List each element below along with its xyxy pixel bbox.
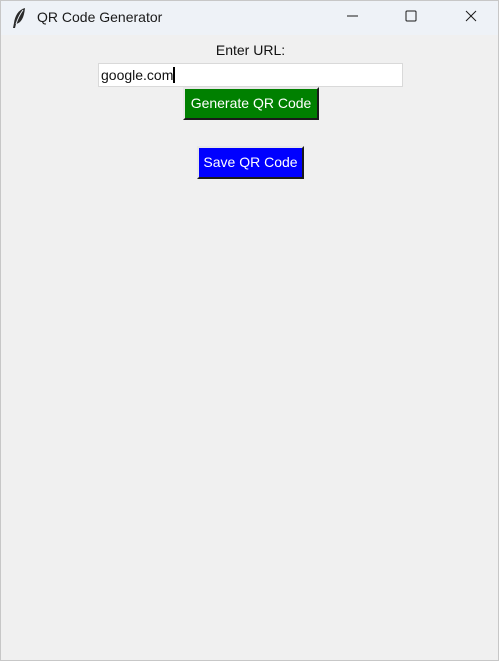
close-button[interactable]	[448, 1, 494, 35]
generate-qr-button[interactable]: Generate QR Code	[183, 87, 319, 120]
text-caret	[173, 67, 176, 83]
minimize-button[interactable]	[330, 1, 376, 35]
url-input[interactable]: google.com	[98, 63, 403, 87]
maximize-button[interactable]	[388, 1, 434, 35]
title-bar[interactable]: QR Code Generator	[1, 1, 498, 35]
minimize-icon	[347, 9, 359, 27]
close-icon	[465, 9, 477, 27]
feather-icon	[10, 7, 30, 29]
save-qr-button[interactable]: Save QR Code	[197, 146, 304, 179]
url-input-value: google.com	[101, 67, 174, 83]
app-window: QR Code Generator Enter URL: google.com …	[0, 0, 499, 661]
window-title: QR Code Generator	[37, 9, 163, 25]
maximize-icon	[405, 9, 417, 27]
url-label: Enter URL:	[215, 42, 286, 58]
